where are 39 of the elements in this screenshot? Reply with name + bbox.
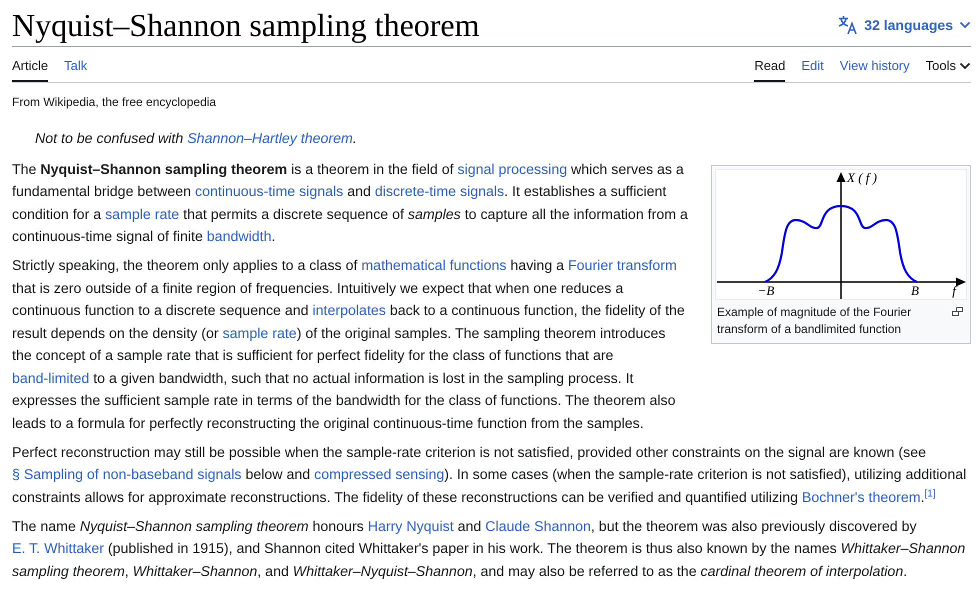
article-link[interactable]: discrete-time signals bbox=[374, 184, 504, 200]
body-paragraph: Perfect reconstruction may still be possible when the sample-rate criterion is not satisfied, provided other constraints on the signal are known (see § Sampling of non-baseband signals below and compressed sensing). In some cases (when the sample-rate criterion is not satisfied), utilizing additional constraints allows for approximate reconstructions. The fidelity of these reconstructions can be verified and quantified utilizing Bochner's theorem.$^{[1]}$ bbox=[12, 444, 968, 508]
article-link[interactable]: continuous-time signals bbox=[195, 184, 344, 200]
body-paragraph: Strictly speaking, the theorem only applies to a class of mathematical functions having a Fourier transform that is zero outside of a finite region of frequencies. Intuitively we expect that when one reduces a continuous function to a discrete sequence and interpolates back to a continuous function, the fidelity of the result depends on the density (or sample rate) of the original samples. The sampling theorem introduces the concept of a sample rate that is sufficient for perfect fidelity for the class of functions that are band-limited to a given bandwidth, such that no actual information is lost in the sampling process. It expresses the sufficient sample rate in terms of the bandwidth for the class of functions. The theorem also leads to a formula for perfectly reconstructing the original continuous-time function from the samples. bbox=[12, 257, 686, 434]
article-link[interactable]: interpolates bbox=[312, 303, 386, 319]
article-link[interactable]: Fourier transform bbox=[568, 258, 677, 274]
article-link[interactable]: compressed sensing bbox=[314, 467, 444, 483]
article-link[interactable]: § Sampling of non-baseband signals bbox=[12, 467, 242, 483]
article-link[interactable]: sample rate bbox=[222, 326, 297, 342]
article-link[interactable]: bandwidth bbox=[206, 229, 272, 245]
axis-label: X ( f ) bbox=[847, 170, 877, 184]
tab[interactable]: View history bbox=[840, 47, 910, 82]
tick-label: −B bbox=[758, 282, 774, 298]
article-link[interactable]: Shannon–Hartley theorem bbox=[187, 131, 353, 147]
hatnote: Not to be confused with Shannon–Hartley theorem. bbox=[34, 130, 358, 149]
article-link[interactable]: signal processing bbox=[457, 162, 568, 178]
tab[interactable]: Talk bbox=[64, 47, 88, 82]
languages-button[interactable]: 32 languages bbox=[838, 12, 971, 34]
footnote-link[interactable]: [1] bbox=[924, 488, 936, 499]
body-paragraph: The name Nyquist–Shannon sampling theorem honours Harry Nyquist and Claude Shannon, but the theorem was also previously discovered by E. T. Whittaker (published in 1915), and Shannon cited Whittaker's paper in his work. The theorem is thus also known by the names Whittaker–Shannon sampling theorem, Whittaker–Shannon, and Whittaker–Nyquist–Shannon, and may also be referred to as the cardinal theorem of interpolation. bbox=[12, 518, 966, 582]
article-link[interactable]: Bochner's theorem bbox=[802, 490, 921, 506]
tab[interactable]: Read bbox=[754, 47, 786, 82]
tab[interactable]: Article bbox=[12, 47, 48, 82]
article-link[interactable]: E. T. Whittaker bbox=[12, 541, 104, 557]
enlarge-icon[interactable] bbox=[952, 306, 963, 316]
tick-label: B bbox=[911, 282, 919, 298]
article-link[interactable]: sample rate bbox=[105, 206, 180, 222]
body-paragraph: The Nyquist–Shannon sampling theorem is a theorem in the field of signal processing which serves as a fundamental bridge between continuous-time signals and discrete-time signals. It establishes a sufficient condition for a sample rate that permits a discrete sequence of samples to capture all the information from a continuous-time signal of finite bandwidth. bbox=[12, 160, 689, 247]
tools-menu-button[interactable]: Tools bbox=[926, 47, 971, 82]
tagline: From Wikipedia, the free encyclopedia bbox=[12, 94, 218, 110]
figure-caption: Example of magnitude of the Fourier transform of a bandlimited function bbox=[717, 304, 912, 338]
article-link[interactable]: mathematical functions bbox=[361, 258, 506, 274]
axis-label: f bbox=[952, 282, 956, 298]
article-link[interactable]: band-limited bbox=[12, 370, 90, 386]
tab[interactable]: Edit bbox=[801, 47, 824, 82]
article-link[interactable]: Harry Nyquist bbox=[368, 518, 454, 534]
translate-icon bbox=[838, 14, 858, 34]
page-title: Nyquist–Shannon sampling theorem bbox=[12, 6, 480, 42]
article-link[interactable]: Claude Shannon bbox=[485, 518, 591, 534]
